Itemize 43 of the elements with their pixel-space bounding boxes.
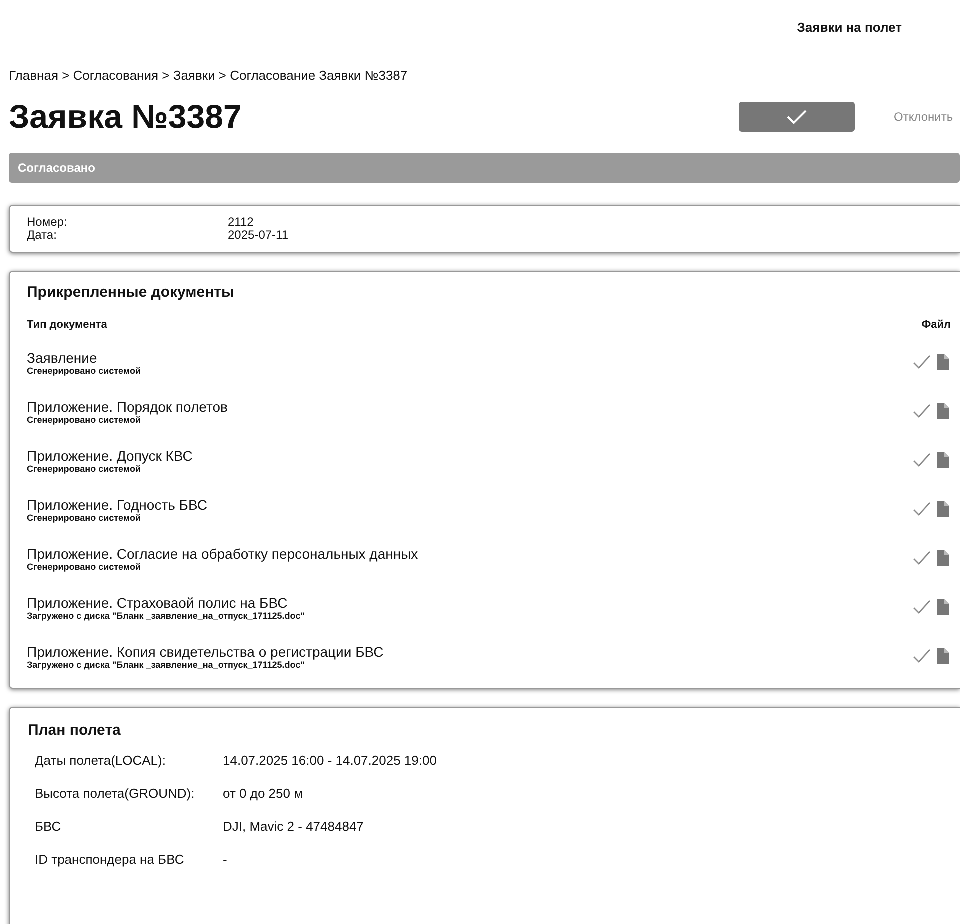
- field-value: -: [223, 852, 228, 867]
- file-icon[interactable]: [937, 598, 949, 614]
- document-source: Сгенерировано системой: [27, 464, 141, 474]
- column-header: Файл: [922, 319, 951, 331]
- file-icon[interactable]: [937, 452, 949, 468]
- page-title: Заявка №3387: [9, 98, 243, 136]
- document-source: Загружено с диска "Бланк _заявление_на_отпуск_171125.doc": [27, 660, 306, 670]
- section-title: План полета: [28, 722, 122, 739]
- document-name: Приложение. Копия свидетельства о регистрации БВС: [27, 644, 385, 660]
- document-name: Заявление: [27, 350, 98, 366]
- field-label: Даты полета(LOCAL):: [35, 753, 167, 768]
- file-icon[interactable]: [937, 550, 949, 566]
- check-icon: [786, 109, 808, 125]
- file-icon[interactable]: [937, 402, 949, 418]
- document-source: Сгенерировано системой: [27, 512, 141, 522]
- field-value: 2025-07-11: [228, 229, 288, 242]
- file-icon[interactable]: [937, 648, 949, 664]
- document-source: Сгенерировано системой: [27, 414, 141, 424]
- document-name: Приложение. Согласие на обработку персональных данных: [27, 546, 420, 562]
- field-label: Номер:: [27, 216, 68, 229]
- document-source: Загружено с диска "Бланк _заявление_на_отпуск_171125.doc": [27, 610, 306, 620]
- field-value: 2112: [228, 216, 254, 229]
- document-source: Сгенерировано системой: [27, 562, 142, 572]
- file-icon[interactable]: [937, 500, 949, 516]
- field-label: Высота полета(GROUND):: [35, 786, 196, 801]
- field-label: ID транспондера на БВС: [35, 852, 186, 867]
- document-name: Приложение. Страховаой полис на БВС: [27, 594, 289, 610]
- field-label: БВС: [35, 819, 62, 834]
- field-value: DJI, Mavic 2 - 47484847: [223, 819, 364, 834]
- document-name: Приложение. Годность БВС: [27, 496, 208, 512]
- section-title: Прикрепленные документы: [27, 284, 236, 301]
- document-name: Приложение. Порядок полетов: [27, 398, 229, 414]
- status-bar: Согласовано: [9, 153, 960, 183]
- field-value: 14.07.2025 16:00 - 14.07.2025 19:00: [223, 753, 437, 768]
- field-value: от 0 до 250 м: [223, 786, 304, 801]
- breadcrumb: Главная > Согласования > Заявки > Согласование Заявки №3387: [9, 68, 409, 83]
- document-name: Приложение. Допуск КВС: [27, 448, 194, 464]
- column-header: Тип документа: [27, 319, 108, 331]
- header-title[interactable]: Заявки на полет: [797, 20, 902, 40]
- reject-link[interactable]: Отклонить: [894, 110, 960, 124]
- field-label: Дата:: [27, 229, 57, 242]
- file-icon[interactable]: [937, 354, 949, 370]
- document-source: Сгенерировано системой: [27, 366, 142, 376]
